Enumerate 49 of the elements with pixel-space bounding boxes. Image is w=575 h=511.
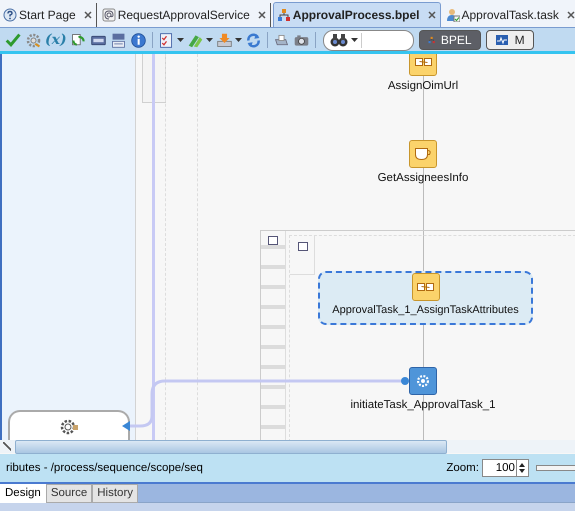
selected-activity[interactable]: ApprovalTask_1_AssignTaskAttributes — [318, 271, 533, 325]
activity-node[interactable] — [409, 140, 437, 168]
cup-icon — [415, 148, 431, 160]
view-button[interactable]: BPEL — [418, 30, 481, 50]
swap-icon — [70, 32, 87, 48]
person-task-icon — [446, 8, 460, 22]
close-icon[interactable] — [258, 11, 266, 19]
file-tab[interactable]: ApprovalProcess.bpel — [272, 2, 440, 27]
monitor-icon — [494, 33, 509, 47]
checklist-icon — [158, 32, 175, 48]
partner-link-box[interactable] — [8, 410, 130, 440]
collapse-button[interactable] — [298, 242, 308, 251]
close-icon[interactable] — [428, 11, 436, 19]
activity-label: ApprovalTask_1_AssignTaskAttributes — [332, 304, 519, 316]
at-sign-icon — [102, 8, 116, 22]
collapse-button[interactable] — [268, 236, 278, 245]
close-icon[interactable] — [566, 11, 575, 19]
activity-label: AssignOimUrl — [388, 80, 458, 92]
refresh-icon — [244, 32, 262, 48]
track-groove — [536, 465, 575, 471]
assign-icon — [414, 58, 432, 66]
activity-label: initiateTask_ApprovalTask_1 — [350, 399, 496, 411]
info-icon — [130, 32, 147, 48]
editor-tab[interactable]: Design — [0, 484, 46, 503]
deploy-icon — [216, 32, 233, 48]
caret-icon — [350, 38, 358, 42]
help-icon — [3, 8, 17, 22]
activity-label: GetAssigneesInfo — [378, 172, 468, 184]
zoom-label: Zoom: — [446, 462, 479, 474]
xpath-text: ributes - /process/sequence/scope/seq — [6, 462, 204, 474]
check-icon — [5, 32, 22, 48]
activity-node[interactable] — [409, 54, 437, 76]
gear-icon — [59, 417, 79, 437]
assign-icon — [417, 283, 434, 291]
activity-node[interactable] — [412, 273, 440, 301]
gear-icon — [417, 375, 429, 387]
close-icon[interactable] — [84, 11, 92, 19]
editor-tab[interactable]: History — [92, 484, 138, 503]
gear-icon — [25, 32, 42, 48]
scrollbar-thumb[interactable] — [15, 440, 447, 454]
horizontal-scrollbar[interactable] — [0, 440, 575, 453]
design-canvas[interactable]: AssignOimUrl GetAssigneesInfo ApprovalTask_1_AssignTaskAttributes initiateTask_ApprovalTask_1 — [0, 54, 575, 454]
list-icon — [110, 32, 127, 48]
activity-node[interactable] — [409, 367, 437, 395]
search-field[interactable] — [322, 30, 414, 50]
editor-tab[interactable]: Source — [46, 484, 92, 503]
hierarchy-icon — [276, 8, 291, 22]
view-button[interactable]: M — [486, 30, 534, 50]
zoom-spinner[interactable]: 100 — [482, 459, 529, 477]
